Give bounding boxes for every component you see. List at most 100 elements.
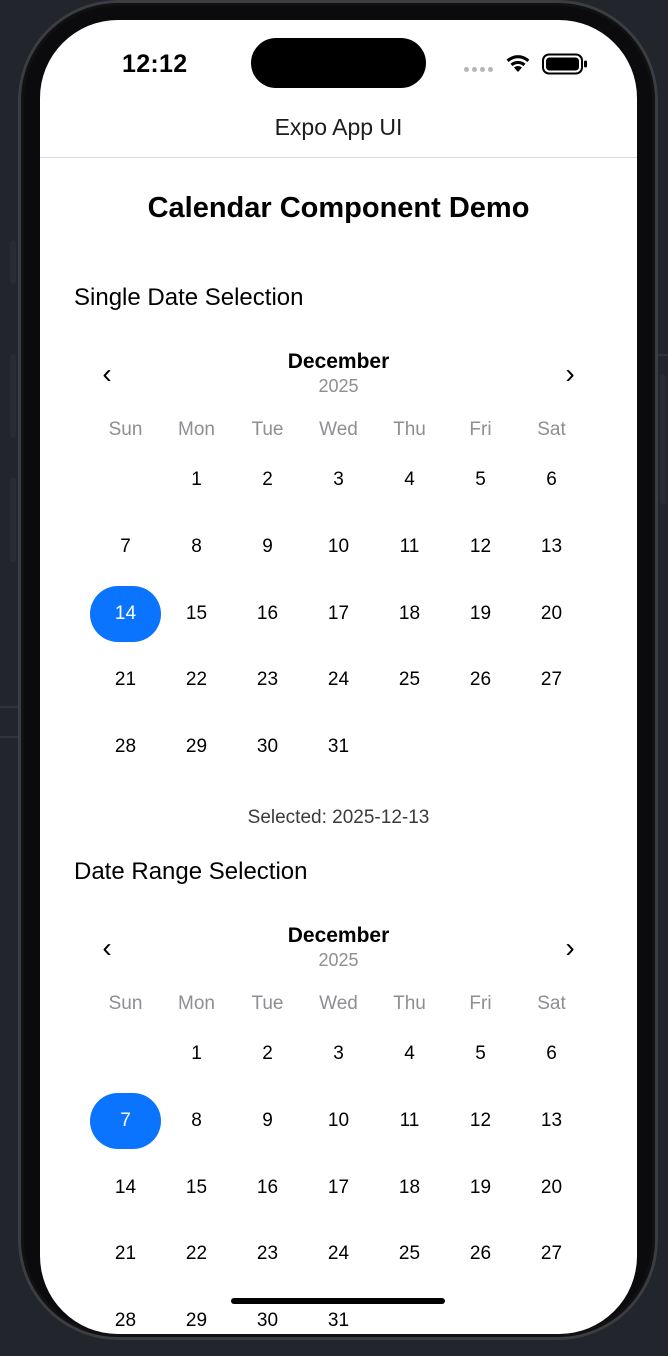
calendar-day[interactable]: 6 <box>516 1021 587 1088</box>
calendar-day[interactable]: 26 <box>445 647 516 714</box>
calendar-day-label: 16 <box>256 602 279 624</box>
weekday-row: Sun Mon Tue Wed Thu Fri Sat <box>90 412 587 447</box>
calendar-day-label: 18 <box>398 1176 421 1198</box>
calendar-day[interactable]: 28 <box>90 714 161 781</box>
calendar-day[interactable]: 27 <box>516 1221 587 1288</box>
calendar-day[interactable]: 15 <box>161 1154 232 1221</box>
calendar-day[interactable]: 16 <box>232 1154 303 1221</box>
day-grid: 1 2 3 4 5 6 7 8 9 10 11 12 13 14 15 16 17 18 19 20 21 22 23 24 2… <box>90 1021 587 1334</box>
calendar-day[interactable]: 28 <box>90 1288 161 1334</box>
calendar-day-label: 11 <box>399 1110 420 1132</box>
calendar-year: 2025 <box>318 376 359 396</box>
calendar-year: 2025 <box>318 950 359 970</box>
calendar-day-label: 13 <box>540 1110 563 1132</box>
calendar-day[interactable]: 27 <box>516 647 587 714</box>
calendar-day-label: 28 <box>114 1310 137 1332</box>
calendar-day[interactable]: 23 <box>232 647 303 714</box>
calendar-day[interactable]: 5 <box>445 447 516 514</box>
weekday-label: Sun <box>108 418 143 440</box>
calendar-day[interactable]: 29 <box>161 1288 232 1334</box>
calendar-day-label: 20 <box>540 1176 563 1198</box>
calendar-day[interactable]: 3 <box>303 447 374 514</box>
calendar-day[interactable]: 21 <box>90 1221 161 1288</box>
calendar-day[interactable]: 30 <box>232 1288 303 1334</box>
calendar-day[interactable]: 3 <box>303 1021 374 1088</box>
calendar-day[interactable]: 8 <box>161 514 232 581</box>
calendar-day[interactable]: 19 <box>445 1154 516 1221</box>
calendar-day-selected[interactable]: 7 <box>90 1088 161 1155</box>
calendar-day-label: 29 <box>185 1310 208 1332</box>
calendar-day[interactable]: 20 <box>516 580 587 647</box>
calendar-day[interactable]: 26 <box>445 1221 516 1288</box>
calendar-day[interactable]: 12 <box>445 514 516 581</box>
calendar-day[interactable]: 16 <box>232 580 303 647</box>
status-time: 12:12 <box>122 50 188 78</box>
calendar-day[interactable]: 31 <box>303 714 374 781</box>
calendar-day[interactable]: 20 <box>516 1154 587 1221</box>
calendar-day[interactable]: 10 <box>303 1088 374 1155</box>
weekday-label: Wed <box>319 992 358 1014</box>
calendar-day[interactable]: 5 <box>445 1021 516 1088</box>
calendar-day[interactable]: 19 <box>445 580 516 647</box>
calendar-day-label: 25 <box>398 1243 421 1265</box>
next-month-button[interactable]: › <box>555 354 585 394</box>
background-line <box>0 736 18 738</box>
calendar-day-label: 12 <box>469 1110 492 1132</box>
calendar-day-label: 23 <box>256 669 279 691</box>
status-bar: 12:12 <box>40 20 637 110</box>
calendar-day[interactable]: 13 <box>516 1088 587 1155</box>
calendar-day[interactable]: 10 <box>303 514 374 581</box>
calendar-day[interactable]: 17 <box>303 1154 374 1221</box>
calendar-day[interactable]: 11 <box>374 514 445 581</box>
calendar-day[interactable]: 11 <box>374 1088 445 1155</box>
calendar-day[interactable]: 24 <box>303 647 374 714</box>
weekday-label: Sat <box>537 418 566 440</box>
calendar-day[interactable]: 21 <box>90 647 161 714</box>
calendar-day[interactable]: 4 <box>374 447 445 514</box>
calendar-day[interactable]: 12 <box>445 1088 516 1155</box>
calendar-day[interactable]: 17 <box>303 580 374 647</box>
calendar-day[interactable]: 2 <box>232 447 303 514</box>
calendar-day[interactable]: 22 <box>161 647 232 714</box>
calendar-header: ‹ December 2025 › <box>90 924 587 986</box>
weekday-label: Tue <box>251 418 284 440</box>
calendar-day[interactable]: 4 <box>374 1021 445 1088</box>
calendar-day[interactable]: 25 <box>374 1221 445 1288</box>
calendar-day[interactable]: 30 <box>232 714 303 781</box>
calendar-day-label: 18 <box>398 602 421 624</box>
dynamic-island <box>251 38 426 88</box>
calendar-day-label: 7 <box>120 536 131 558</box>
calendar-day[interactable]: 8 <box>161 1088 232 1155</box>
calendar-day[interactable]: 25 <box>374 647 445 714</box>
calendar-day-label: 2 <box>262 1043 273 1065</box>
calendar-day[interactable]: 7 <box>90 514 161 581</box>
calendar-day[interactable]: 6 <box>516 447 587 514</box>
calendar-day[interactable]: 13 <box>516 514 587 581</box>
calendar-day-label: 6 <box>546 469 557 491</box>
calendar-day[interactable]: 15 <box>161 580 232 647</box>
calendar-day[interactable]: 9 <box>232 514 303 581</box>
calendar-day[interactable]: 23 <box>232 1221 303 1288</box>
calendar-day[interactable]: 18 <box>374 580 445 647</box>
calendar-day-label: 14 <box>114 1176 137 1198</box>
calendar-day[interactable]: 2 <box>232 1021 303 1088</box>
weekday-label: Tue <box>251 992 284 1014</box>
calendar-day-label: 14 <box>90 585 161 642</box>
next-month-button[interactable]: › <box>555 928 585 968</box>
calendar-day-label: 9 <box>262 1110 273 1132</box>
calendar-day[interactable]: 18 <box>374 1154 445 1221</box>
calendar-day[interactable]: 22 <box>161 1221 232 1288</box>
calendar-day[interactable]: 9 <box>232 1088 303 1155</box>
action-button <box>10 240 16 284</box>
weekday-label: Mon <box>178 992 215 1014</box>
calendar-day[interactable]: 31 <box>303 1288 374 1334</box>
calendar-day-label: 29 <box>185 736 208 758</box>
calendar-month: December <box>287 350 390 373</box>
calendar-day[interactable]: 14 <box>90 1154 161 1221</box>
calendar-day-label: 9 <box>262 536 273 558</box>
calendar-day[interactable]: 29 <box>161 714 232 781</box>
calendar-day[interactable]: 1 <box>161 1021 232 1088</box>
calendar-day-selected[interactable]: 14 <box>90 580 161 647</box>
calendar-day[interactable]: 24 <box>303 1221 374 1288</box>
calendar-day[interactable]: 1 <box>161 447 232 514</box>
